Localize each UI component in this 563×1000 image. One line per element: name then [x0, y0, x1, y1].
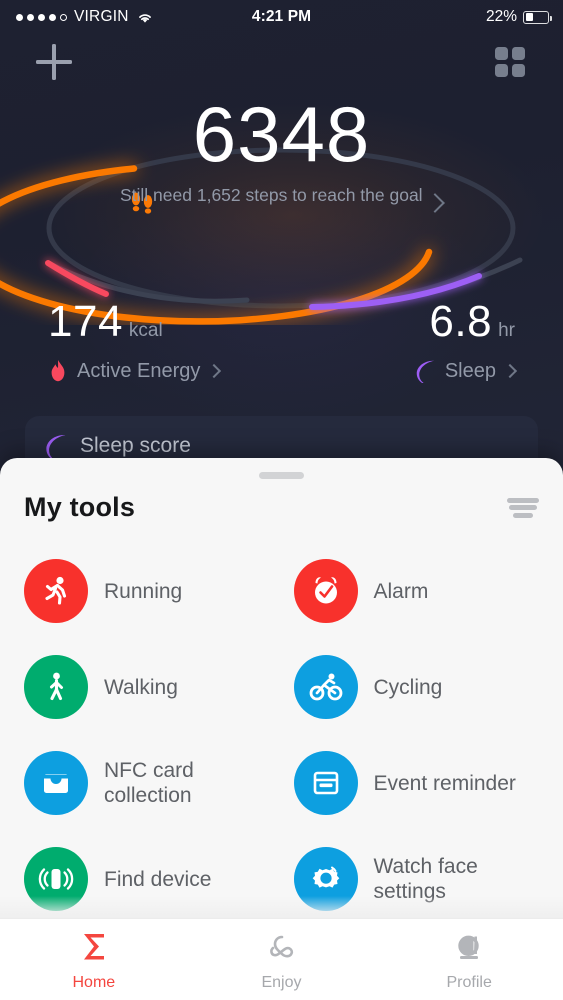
- stat-value: 6.8: [429, 297, 493, 346]
- tool-item-walking[interactable]: Walking: [14, 639, 284, 735]
- stat-value: 174: [48, 297, 123, 346]
- grid-dot: [512, 47, 525, 60]
- steps-count: 6348: [192, 90, 371, 178]
- stat-label-row: Active Energy: [48, 359, 222, 383]
- tool-item-event-reminder[interactable]: Event reminder: [284, 735, 554, 831]
- tab-label: Profile: [446, 974, 492, 991]
- stat-value-row: 6.8 hr: [415, 300, 515, 344]
- chevron-right-icon[interactable]: [207, 363, 222, 379]
- grid-dot: [495, 64, 508, 77]
- sheet-title: My tools: [24, 492, 136, 522]
- signal-dot: [38, 13, 45, 21]
- event-reminder-icon: [293, 751, 358, 815]
- signal-dot: [16, 13, 23, 21]
- tab-label: Home: [72, 974, 116, 991]
- tool-item-running[interactable]: Running: [14, 543, 284, 639]
- nfc-card-icon: [24, 751, 88, 815]
- grid-dot: [495, 47, 508, 60]
- tab-profile[interactable]: Profile: [375, 919, 563, 1000]
- chevron-right-icon[interactable]: [502, 363, 518, 379]
- wifi-icon: [137, 11, 153, 23]
- tool-label: Alarm: [373, 579, 429, 603]
- grid-dot: [512, 64, 525, 77]
- moon-icon: [415, 359, 436, 386]
- tool-item-cycling[interactable]: Cycling: [284, 639, 554, 735]
- tool-label: Find device: [104, 867, 212, 891]
- carrier-name: VIRGIN: [74, 8, 129, 25]
- sort-bar: [513, 512, 533, 518]
- enjoy-loop-icon: [266, 927, 298, 967]
- sort-filter-icon[interactable]: [507, 495, 539, 521]
- moon-icon: [45, 433, 67, 462]
- phone-screen: VIRGIN 4:21 PM 22% 6348 Still need 1,652…: [0, 0, 563, 1000]
- stat-value-row: 174 kcal: [48, 300, 219, 344]
- sleep-score-label: Sleep score: [80, 434, 191, 457]
- steps-goal-message: Still need 1,652 steps to reach the goal: [120, 185, 423, 205]
- stat-label: Active Energy: [77, 359, 201, 382]
- drag-handle[interactable]: [259, 472, 304, 479]
- tool-label: NFC card collection: [104, 759, 194, 807]
- tab-label: Enjoy: [261, 974, 302, 991]
- stat-unit: hr: [498, 320, 515, 341]
- tool-item-alarm[interactable]: Alarm: [284, 543, 554, 639]
- tool-label: Event reminder: [373, 771, 516, 795]
- battery-fill: [525, 13, 533, 21]
- tab-home[interactable]: Home: [0, 919, 188, 1000]
- alarm-clock-icon: [293, 559, 358, 623]
- grid-apps-icon[interactable]: [495, 47, 525, 77]
- tab-bar: Home Enjoy Profile: [0, 918, 563, 1000]
- battery-icon: [523, 10, 552, 24]
- signal-strength-dots: [16, 13, 67, 21]
- sort-bar: [509, 505, 537, 510]
- signal-dot: [27, 13, 34, 21]
- tools-grid: Running Alarm Walking Cycling NFC card c…: [0, 543, 563, 927]
- battery-percentage: 22%: [485, 8, 517, 25]
- sheet-bottom-fade: [0, 896, 563, 918]
- plus-icon[interactable]: [36, 44, 72, 80]
- flame-icon: [48, 359, 68, 383]
- profile-glyph-icon: [454, 927, 484, 967]
- tool-item-nfc-card-collection[interactable]: NFC card collection: [14, 735, 284, 831]
- my-tools-sheet: My tools Running Alarm Walking Cycling N…: [0, 458, 563, 1000]
- signal-dot-empty: [60, 13, 67, 21]
- tool-label: Running: [104, 579, 183, 603]
- stats-row: 174 kcal Active Energy 6.8 hr Sleep: [0, 300, 563, 400]
- stat-sleep[interactable]: 6.8 hr Sleep: [415, 300, 518, 386]
- tool-label: Walking: [104, 675, 178, 699]
- status-bar-left: VIRGIN: [16, 8, 153, 26]
- top-nav: [0, 34, 563, 92]
- stat-active-energy[interactable]: 174 kcal Active Energy: [48, 300, 222, 383]
- status-bar-right: 22%: [485, 8, 552, 26]
- dashboard-background: VIRGIN 4:21 PM 22% 6348 Still need 1,652…: [0, 0, 563, 470]
- sigma-home-icon: [79, 927, 109, 967]
- tool-label: Cycling: [373, 675, 443, 699]
- signal-dot: [49, 13, 56, 21]
- status-bar: VIRGIN 4:21 PM 22%: [0, 0, 563, 34]
- stat-unit: kcal: [128, 320, 163, 341]
- walking-icon: [24, 655, 88, 719]
- stat-label: Sleep: [444, 359, 496, 382]
- stat-label-row: Sleep: [415, 359, 518, 386]
- cycling-icon: [293, 655, 358, 719]
- tab-enjoy[interactable]: Enjoy: [188, 919, 376, 1000]
- sort-bar: [507, 497, 539, 503]
- sheet-header: My tools: [0, 479, 563, 523]
- running-icon: [24, 559, 88, 623]
